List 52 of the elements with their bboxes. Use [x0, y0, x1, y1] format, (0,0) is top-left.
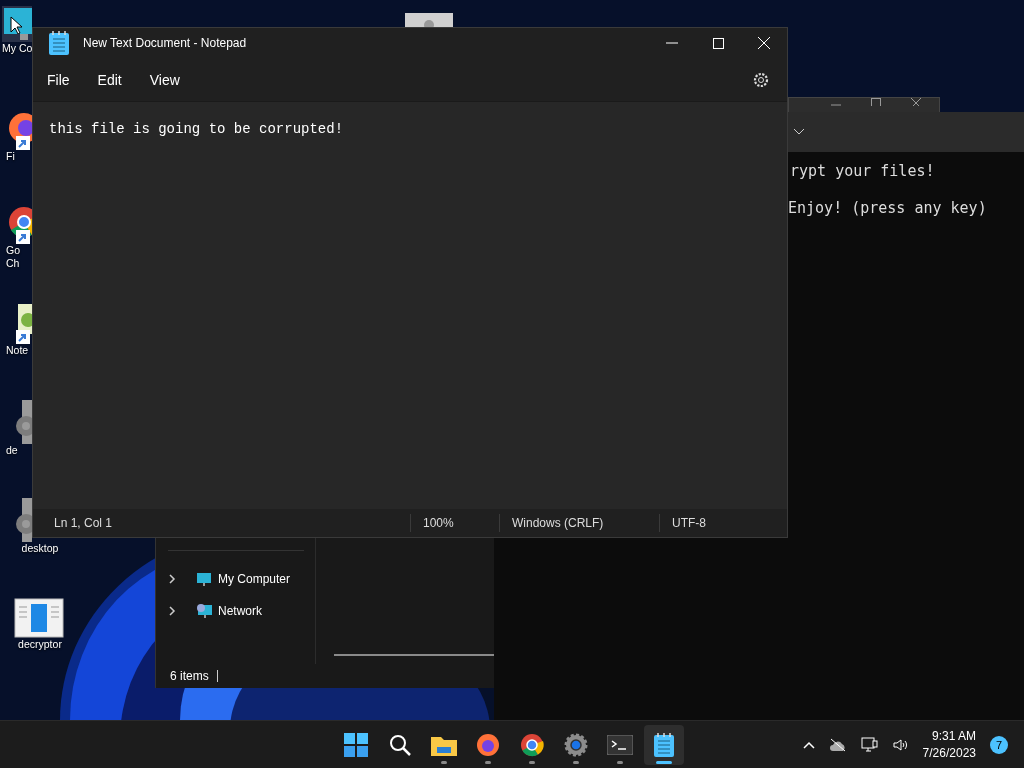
icon-label: Fi: [6, 150, 15, 163]
icon-label: desktop: [21, 542, 59, 555]
firefox-icon: [476, 733, 500, 757]
chevron-up-icon[interactable]: [802, 740, 815, 749]
taskbar-button[interactable]: [644, 725, 684, 765]
chevron-right-icon[interactable]: [168, 606, 176, 616]
cursor-icon: [10, 16, 22, 34]
windows-logo-icon: [344, 733, 368, 757]
nav-label: Network: [218, 604, 262, 618]
document-text: this file is going to be corrupted!: [49, 121, 344, 137]
terminal-line: rypt your files!: [790, 162, 936, 180]
window-title: New Text Document - Notepad: [83, 36, 248, 50]
status-text: UTF-8: [659, 514, 787, 532]
terminal-line: Enjoy! (press any key): [788, 199, 988, 217]
chevron-right-icon[interactable]: [168, 574, 176, 584]
menu-item[interactable]: Edit: [87, 65, 132, 94]
time-text: 9:31 AM: [931, 727, 976, 745]
icon-label: decryptor: [18, 638, 62, 651]
settings-icon: [564, 733, 588, 757]
notepad-icon: [654, 733, 674, 757]
clock[interactable]: 9:31 AM 7/26/2023: [922, 727, 976, 762]
search-icon: [389, 734, 411, 756]
status-text: Ln 1, Col 1: [53, 515, 114, 532]
cloud-icon[interactable]: [828, 737, 847, 752]
icon-label: My Co: [2, 42, 32, 55]
icon-label: Go Ch: [6, 244, 21, 270]
notification-badge[interactable]: 7: [990, 735, 1008, 754]
volume-icon[interactable]: [892, 737, 909, 752]
chevron-down-icon[interactable]: [794, 129, 804, 135]
icon-label: Note: [6, 344, 29, 357]
window-icon: [405, 13, 453, 27]
nav-item[interactable]: My Computer: [168, 567, 315, 591]
status-text: 6 items: [170, 669, 209, 683]
notepad-icon: [49, 31, 69, 55]
nav-item[interactable]: Network: [168, 599, 315, 623]
settings-icon[interactable]: [753, 71, 769, 88]
menu-item[interactable]: View: [139, 65, 190, 94]
status-text: 100%: [410, 514, 499, 532]
date-text: 7/26/2023: [922, 744, 976, 762]
text-editor[interactable]: this file is going to be corrupted!: [33, 101, 787, 509]
nav-label: My Computer: [218, 572, 291, 586]
network-icon: [196, 603, 212, 619]
icon-label: de: [6, 444, 18, 457]
folder-icon: [431, 734, 457, 756]
monitor-icon: [196, 571, 212, 587]
network-icon[interactable]: [860, 736, 879, 753]
chrome-icon: [520, 733, 544, 757]
terminal-icon: [607, 735, 633, 755]
menu-item[interactable]: File: [37, 65, 80, 94]
monitor-icon[interactable]: [2, 6, 32, 42]
document-icon[interactable]: [14, 598, 64, 638]
status-text: Windows (CRLF): [499, 514, 659, 532]
